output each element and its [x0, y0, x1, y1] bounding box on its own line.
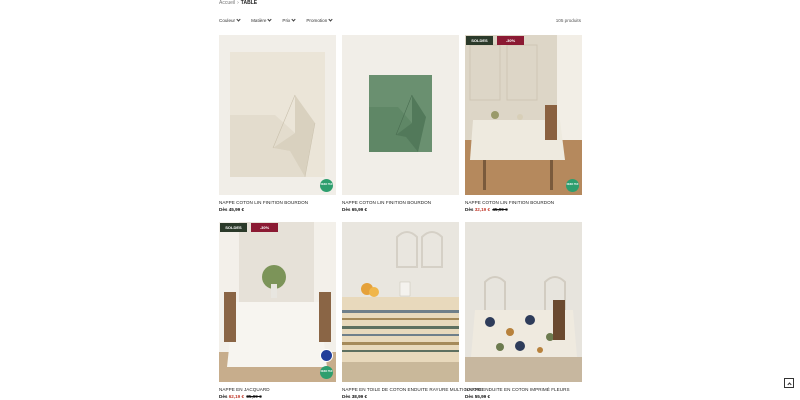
- chevron-up-icon: [786, 381, 792, 387]
- product-price: Dès 32,19 € 45,99 €: [465, 207, 582, 212]
- product-name[interactable]: NAPPE ENDUITE EN COTON IMPRIMÉ FLEURS: [465, 387, 582, 392]
- discount-badge: -30%: [497, 36, 524, 45]
- product-price: Dès 62,19 € 85,99 €: [219, 394, 336, 399]
- product-name[interactable]: NAPPE EN JACQUARD: [219, 387, 336, 392]
- breadcrumb-separator: ›: [237, 0, 239, 6]
- filter-label: Couleur: [219, 18, 236, 23]
- product-price: Dès 65,99 €: [342, 207, 459, 212]
- price-value: 55,99 €: [474, 394, 491, 399]
- cream-tablecloth-image: [219, 35, 336, 195]
- product-card[interactable]: OEKO TEX NAPPE COTON LIN FINITION BOURDO…: [219, 35, 336, 212]
- green-tablecloth-image: [342, 35, 459, 195]
- filter-prix[interactable]: Prix: [282, 17, 296, 23]
- sale-price: 62,19 €: [228, 394, 245, 399]
- product-name[interactable]: NAPPE COTON LIN FINITION BOURDON: [465, 200, 582, 205]
- chevron-down-icon: [267, 17, 273, 22]
- filter-label: Matière: [251, 18, 267, 23]
- filter-promotion[interactable]: Promotion: [306, 17, 333, 23]
- striped-tablecloth-image: [342, 222, 459, 382]
- eu-flag-badge-icon: [320, 349, 333, 362]
- chevron-down-icon: [291, 17, 296, 22]
- filter-couleur[interactable]: Couleur: [219, 17, 241, 23]
- discount-badge: -30%: [251, 223, 278, 232]
- product-image[interactable]: [342, 35, 459, 195]
- price-prefix: Dès: [342, 394, 351, 399]
- product-price: Dès 45,99 €: [219, 207, 336, 212]
- product-price: Dès 55,99 €: [465, 394, 582, 399]
- product-image[interactable]: [342, 222, 459, 382]
- filter-bar: Couleur Matière Prix Promotion: [219, 17, 333, 23]
- soldes-badge: SOLDES: [220, 223, 247, 232]
- price-value: 65,99 €: [351, 207, 368, 212]
- product-card[interactable]: SOLDES -30% OEKO TEX NAPPE COTON LIN FIN…: [465, 35, 582, 212]
- scroll-to-top-button[interactable]: [784, 378, 794, 388]
- product-name[interactable]: NAPPE COTON LIN FINITION BOURDON: [342, 200, 459, 205]
- white-table-room-image: [219, 222, 336, 382]
- product-card[interactable]: NAPPE COTON LIN FINITION BOURDON Dès 65,…: [342, 35, 459, 212]
- product-price: Dès 38,99 €: [342, 394, 459, 399]
- sale-price: 32,19 €: [474, 207, 491, 212]
- price-prefix: Dès: [465, 207, 474, 212]
- price-prefix: Dès: [342, 207, 351, 212]
- old-price: 85,99 €: [246, 394, 262, 399]
- product-card[interactable]: NAPPE ENDUITE EN COTON IMPRIMÉ FLEURS Dè…: [465, 222, 582, 399]
- product-name[interactable]: NAPPE EN TOILE DE COTON ENDUITE RAYURE M…: [342, 387, 483, 392]
- oeko-tex-badge: OEKO TEX: [566, 179, 579, 192]
- product-image[interactable]: SOLDES -30% OEKO TEX: [465, 35, 582, 195]
- price-value: 45,99 €: [228, 207, 245, 212]
- filter-label: Promotion: [306, 18, 328, 23]
- product-card[interactable]: NAPPE EN TOILE DE COTON ENDUITE RAYURE M…: [342, 222, 483, 399]
- product-count: 105 produits: [555, 18, 581, 23]
- filter-label: Prix: [282, 18, 291, 23]
- product-card[interactable]: SOLDES -30% OEKO TEX NAPPE EN JACQUARD D…: [219, 222, 336, 399]
- dining-room-image: [465, 35, 582, 195]
- price-prefix: Dès: [219, 207, 228, 212]
- soldes-badge: SOLDES: [466, 36, 493, 45]
- breadcrumb-current: TABLE: [240, 0, 258, 6]
- breadcrumb: Accueil › TABLE: [219, 0, 257, 6]
- product-image[interactable]: OEKO TEX: [219, 35, 336, 195]
- price-value: 38,99 €: [351, 394, 368, 399]
- price-prefix: Dès: [219, 394, 228, 399]
- oeko-tex-badge: OEKO TEX: [320, 366, 333, 379]
- chevron-down-icon: [236, 17, 241, 22]
- old-price: 45,99 €: [492, 207, 508, 212]
- price-prefix: Dès: [465, 394, 474, 399]
- product-name[interactable]: NAPPE COTON LIN FINITION BOURDON: [219, 200, 336, 205]
- oeko-tex-badge: OEKO TEX: [320, 179, 333, 192]
- breadcrumb-home-link[interactable]: Accueil: [219, 0, 235, 6]
- floral-tablecloth-image: [465, 222, 582, 382]
- filter-matiere[interactable]: Matière: [251, 17, 273, 23]
- chevron-down-icon: [328, 17, 333, 22]
- product-image[interactable]: [465, 222, 582, 382]
- product-image[interactable]: SOLDES -30% OEKO TEX: [219, 222, 336, 382]
